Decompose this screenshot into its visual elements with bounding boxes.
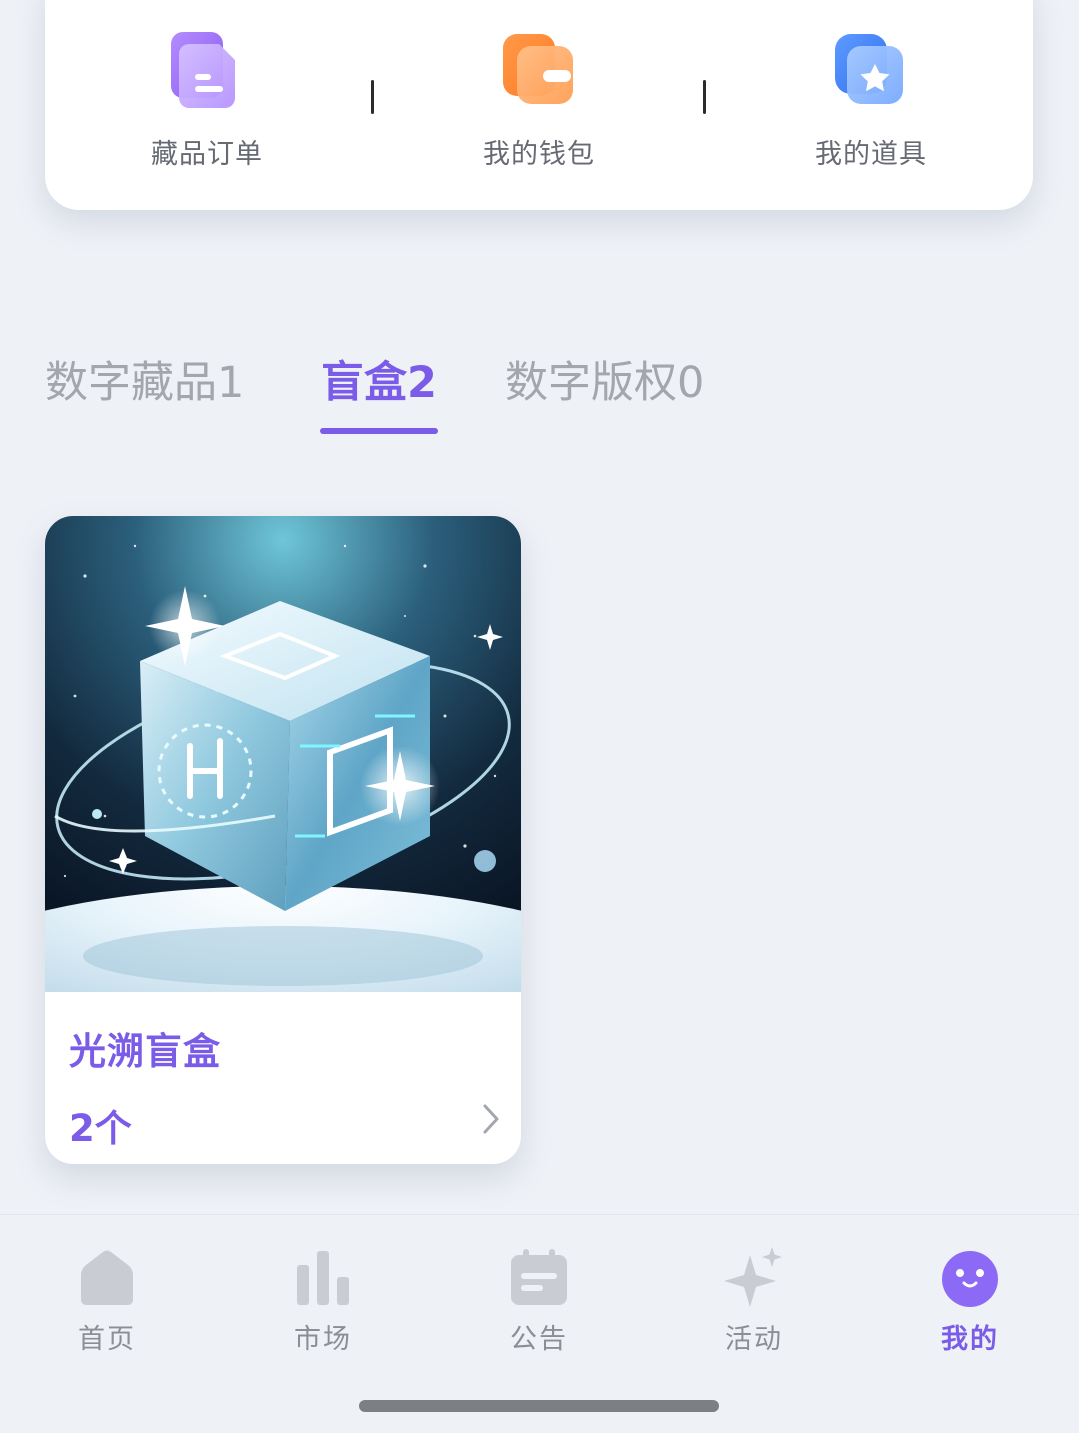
home-icon <box>75 1245 139 1309</box>
document-icon <box>167 28 247 112</box>
tab-blind-boxes[interactable]: 盲盒2 <box>321 352 437 414</box>
divider <box>703 80 706 114</box>
blind-box-count: 2个 <box>69 1107 132 1150</box>
home-indicator <box>359 1400 719 1412</box>
nav-label: 市场 <box>294 1324 352 1355</box>
shortcut-label: 藏品订单 <box>151 139 263 170</box>
shortcut-card: 藏品订单 我的钱包 我的道具 <box>45 0 1033 210</box>
bar-chart-icon <box>291 1245 355 1309</box>
bottom-navigation: 首页 市场 公告 活动 我的 <box>0 1214 1079 1433</box>
nav-label: 活动 <box>725 1324 783 1355</box>
sparkle-icon <box>722 1245 786 1309</box>
chevron-right-icon <box>479 1102 503 1136</box>
shortcut-label: 我的钱包 <box>483 139 595 170</box>
calendar-notice-icon <box>507 1245 571 1309</box>
blind-box-title: 光溯盲盒 <box>69 1030 221 1073</box>
tab-digital-collections[interactable]: 数字藏品1 <box>45 352 244 414</box>
tab-digital-copyrights[interactable]: 数字版权0 <box>505 352 704 414</box>
divider <box>371 80 374 114</box>
smiley-profile-icon <box>938 1245 1002 1309</box>
nav-home[interactable]: 首页 <box>37 1245 177 1355</box>
nav-announcements[interactable]: 公告 <box>469 1245 609 1355</box>
crystal-cube-in-space-image <box>45 516 521 1164</box>
nav-label: 我的 <box>941 1324 999 1355</box>
collection-tabs: 数字藏品1 盲盒2 数字版权0 <box>0 352 1079 442</box>
nav-label: 首页 <box>78 1324 136 1355</box>
nav-activities[interactable]: 活动 <box>684 1245 824 1355</box>
nav-market[interactable]: 市场 <box>253 1245 393 1355</box>
nav-label: 公告 <box>510 1324 568 1355</box>
wallet-icon <box>499 28 579 112</box>
shortcut-collection-orders[interactable]: 藏品订单 <box>87 28 327 178</box>
shortcut-label: 我的道具 <box>815 139 927 170</box>
shortcut-my-items[interactable]: 我的道具 <box>751 28 991 178</box>
star-card-icon <box>831 28 911 112</box>
active-tab-indicator <box>320 428 438 434</box>
blind-box-card[interactable]: 光溯盲盒 2个 <box>45 516 521 1164</box>
nav-profile[interactable]: 我的 <box>900 1245 1040 1355</box>
shortcut-my-wallet[interactable]: 我的钱包 <box>419 28 659 178</box>
